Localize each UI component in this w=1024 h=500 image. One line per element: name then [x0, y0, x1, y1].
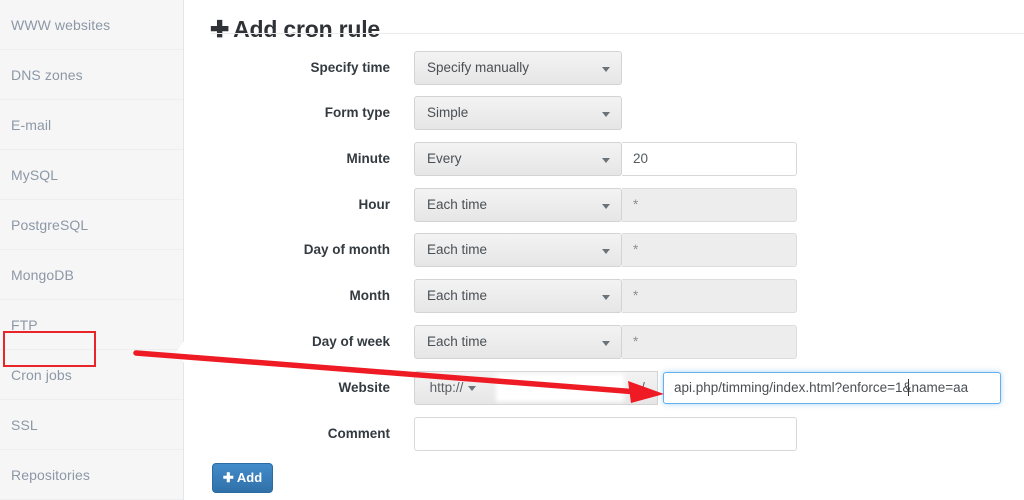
- sidebar-item-ssl[interactable]: SSL: [0, 400, 183, 450]
- input-value: *: [633, 242, 638, 257]
- minute-select[interactable]: Every: [414, 142, 622, 176]
- sidebar-item-label: WWW websites: [11, 17, 110, 33]
- website-url-input[interactable]: api.php/timming/index.html?enforce=1&nam…: [663, 372, 1001, 404]
- select-value: Each time: [427, 288, 487, 303]
- input-value: 20: [633, 151, 648, 166]
- sidebar-item-label: FTP: [11, 317, 38, 333]
- sidebar-item-cron-jobs[interactable]: Cron jobs: [0, 350, 183, 400]
- field-label: Form type: [180, 96, 390, 130]
- input-value: *: [633, 197, 638, 212]
- plus-icon: ✚: [223, 470, 234, 485]
- field-label: Hour: [180, 188, 390, 222]
- comment-input[interactable]: [414, 417, 797, 451]
- sidebar-item-dns-zones[interactable]: DNS zones: [0, 50, 183, 100]
- sidebar-item-label: DNS zones: [11, 67, 83, 83]
- select-value: Simple: [427, 105, 468, 120]
- day-of-month-input: *: [622, 233, 797, 267]
- chevron-down-icon: [602, 158, 610, 163]
- hour-select[interactable]: Each time: [414, 188, 622, 222]
- add-button-label: Add: [237, 470, 262, 485]
- input-value: *: [633, 334, 638, 349]
- protocol-value: http://: [430, 380, 464, 395]
- field-label: Specify time: [180, 51, 390, 85]
- chevron-down-icon: [602, 204, 610, 209]
- field-label: Comment: [180, 417, 390, 451]
- specify-time-select[interactable]: Specify manually: [414, 51, 622, 85]
- plus-icon: ✚: [210, 16, 229, 42]
- website-protocol-select[interactable]: http://: [414, 371, 492, 405]
- field-label: Month: [180, 279, 390, 313]
- sidebar: WWW websites DNS zones E-mail MySQL Post…: [0, 0, 184, 500]
- chevron-down-icon: [602, 249, 610, 254]
- sidebar-item-label: MySQL: [11, 167, 58, 183]
- field-label: Minute: [180, 142, 390, 176]
- field-label: Day of week: [180, 325, 390, 359]
- form-type-select[interactable]: Simple: [414, 96, 622, 130]
- select-value: Specify manually: [427, 60, 529, 75]
- chevron-down-icon: [602, 112, 610, 117]
- text-cursor: [908, 379, 909, 396]
- page-title: ✚Add cron rule: [210, 16, 380, 43]
- hour-input: *: [622, 188, 797, 222]
- day-of-week-select[interactable]: Each time: [414, 325, 622, 359]
- select-value: Each time: [427, 197, 487, 212]
- chevron-down-icon: [602, 67, 610, 72]
- sidebar-item-label: Cron jobs: [11, 367, 72, 383]
- app-root: WWW websites DNS zones E-mail MySQL Post…: [0, 0, 1024, 500]
- sidebar-item-label: Repositories: [11, 467, 90, 483]
- month-select[interactable]: Each time: [414, 279, 622, 313]
- select-value: Each time: [427, 334, 487, 349]
- select-value: Each time: [427, 242, 487, 257]
- sidebar-item-mysql[interactable]: MySQL: [0, 150, 183, 200]
- sidebar-item-label: MongoDB: [11, 267, 74, 283]
- input-value: *: [633, 288, 638, 303]
- month-input: *: [622, 279, 797, 313]
- title-divider: [210, 33, 1024, 34]
- field-label: Day of month: [180, 233, 390, 267]
- chevron-down-icon: [468, 386, 476, 391]
- sidebar-item-www-websites[interactable]: WWW websites: [0, 0, 183, 50]
- sidebar-item-repositories[interactable]: Repositories: [0, 450, 183, 500]
- sidebar-item-ftp[interactable]: FTP: [0, 300, 183, 350]
- sidebar-item-label: PostgreSQL: [11, 217, 88, 233]
- sidebar-item-label: E-mail: [11, 117, 51, 133]
- input-value: api.php/timming/index.html?enforce=1&nam…: [674, 380, 968, 395]
- separator-value: /: [641, 380, 645, 395]
- sidebar-item-postgresql[interactable]: PostgreSQL: [0, 200, 183, 250]
- field-label: Website: [180, 371, 390, 405]
- chevron-down-icon: [602, 341, 610, 346]
- sidebar-item-e-mail[interactable]: E-mail: [0, 100, 183, 150]
- main-content: ✚Add cron rule Specify time Specify manu…: [184, 0, 1024, 500]
- minute-input[interactable]: 20: [622, 142, 797, 176]
- sidebar-item-label: SSL: [11, 417, 38, 433]
- chevron-down-icon: [602, 295, 610, 300]
- redacted-overlay: [496, 374, 624, 402]
- day-of-week-input: *: [622, 325, 797, 359]
- sidebar-item-mongodb[interactable]: MongoDB: [0, 250, 183, 300]
- add-button[interactable]: ✚ Add: [212, 463, 273, 493]
- select-value: Every: [427, 151, 462, 166]
- day-of-month-select[interactable]: Each time: [414, 233, 622, 267]
- website-path-separator: /: [629, 371, 658, 405]
